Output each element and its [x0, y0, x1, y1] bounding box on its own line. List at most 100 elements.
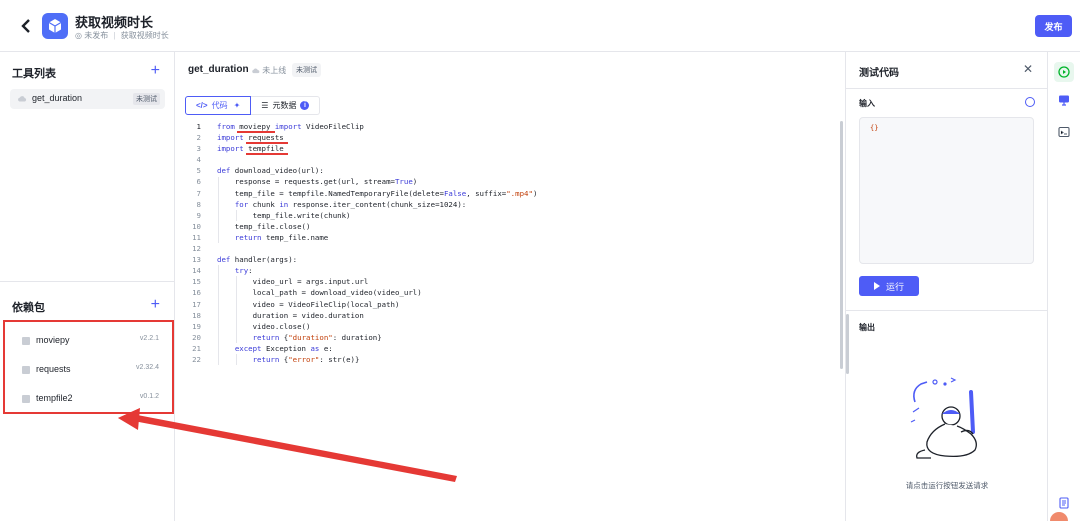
line-content: try:: [234, 266, 253, 276]
terminal-icon[interactable]: [1054, 122, 1074, 142]
line-number: 4: [196, 155, 201, 165]
line-content: return temp_file.name: [234, 232, 329, 242]
line-number: 18: [192, 310, 201, 320]
line-content: temp_file.close(): [217, 221, 311, 231]
dependency-item-tempfile2[interactable]: tempfile2 v0.1.2: [5, 389, 176, 409]
file-status-text: 未上线: [262, 66, 287, 75]
cloud-icon: [252, 68, 260, 74]
test-panel-scrollbar[interactable]: [846, 314, 849, 374]
test-run-icon[interactable]: [1054, 62, 1074, 82]
line-number: 21: [192, 343, 201, 353]
code-line[interactable]: 18 duration = video.duration: [175, 310, 845, 321]
code-line[interactable]: 6 response = requests.get(url, stream=Tr…: [175, 176, 845, 187]
code-line[interactable]: 7 temp_file = tempfile.NamedTemporaryFil…: [175, 188, 845, 199]
annotation-underline: [246, 153, 288, 156]
document-icon[interactable]: [1054, 493, 1074, 513]
package-icon: [22, 395, 30, 403]
line-number: 5: [196, 166, 201, 176]
indent-guide: [235, 276, 237, 343]
dependency-item-requests[interactable]: requests v2.32.4: [5, 360, 176, 380]
right-toolbar: [1047, 52, 1080, 521]
dependency-version: v0.1.2: [139, 393, 159, 400]
line-number: 8: [196, 199, 201, 209]
file-status: 未上线: [251, 65, 286, 76]
code-line[interactable]: 5 def download_video(url):: [175, 165, 845, 176]
code-line[interactable]: 19 video.close(): [175, 321, 845, 332]
annotation-underline: [246, 142, 288, 145]
indent-guide: [218, 176, 219, 244]
info-icon: i: [300, 101, 310, 110]
dependency-item-moviepy[interactable]: moviepy v2.2.1: [5, 331, 176, 351]
code-editor[interactable]: 1 from moviepy import VideoFileClip 2 impor…: [175, 121, 845, 366]
tab-code[interactable]: </> 代码 ✦: [185, 96, 252, 115]
line-number: 13: [192, 255, 201, 265]
line-content: def handler(args):: [217, 255, 298, 265]
line-content: duration = video.duration: [217, 310, 364, 320]
code-line[interactable]: 8 for chunk in response.iter_content(chu…: [175, 199, 845, 210]
input-label: 输入: [859, 99, 875, 108]
sliders-icon: ☰: [261, 101, 269, 110]
code-line[interactable]: 12: [175, 243, 845, 254]
line-number: 14: [192, 266, 201, 276]
tab-metadata-label: 元数据: [272, 101, 297, 110]
cloud-icon: [18, 96, 27, 102]
line-content: except Exception as e:: [234, 343, 333, 353]
run-label: 运行: [885, 281, 904, 292]
code-line[interactable]: 16 local_path = download_video(video_url…: [175, 287, 845, 298]
output-divider: [846, 310, 1048, 311]
file-name: get_duration: [188, 64, 249, 75]
line-number: 6: [196, 177, 201, 187]
line-content: return {"duration": duration}: [252, 332, 382, 342]
code-line[interactable]: 22 return {"error": str(e)}: [175, 354, 845, 365]
monitor-icon[interactable]: [1054, 90, 1074, 110]
empty-state-illustration: [910, 377, 977, 459]
input-json-editor[interactable]: {}: [859, 117, 1034, 264]
code-line[interactable]: 15 video_url = args.input.url: [175, 276, 845, 287]
line-content: response = requests.get(url, stream=True…: [217, 177, 418, 187]
package-icon: [22, 337, 30, 345]
tool-item-name: get_duration: [32, 93, 83, 103]
header-subtitle: ◎ 未发布 | 获取视频时长: [75, 30, 169, 41]
tab-metadata[interactable]: ☰ 元数据 i: [251, 96, 321, 115]
code-line[interactable]: 4: [175, 154, 845, 165]
line-number: 2: [196, 133, 201, 143]
code-line[interactable]: 17 video = VideoFileClip(local_path): [175, 299, 845, 310]
line-number: 3: [196, 144, 201, 154]
output-label: 输出: [859, 323, 875, 332]
test-divider: [846, 88, 1048, 89]
breadcrumb: 获取视频时长: [120, 31, 169, 40]
publish-status: ◎ 未发布: [75, 31, 109, 40]
run-button[interactable]: 运行: [859, 276, 919, 296]
left-panel: 工具列表 + get_duration 未测试 依赖包 + moviepy v2…: [0, 52, 175, 521]
code-line[interactable]: 11 return temp_file.name: [175, 232, 845, 243]
top-header: 获取视频时长 ◎ 未发布 | 获取视频时长 发布: [0, 0, 1080, 52]
editor-scrollbar[interactable]: [840, 121, 843, 369]
code-line[interactable]: 9 temp_file.write(chunk): [175, 210, 845, 221]
add-tool-icon[interactable]: +: [151, 63, 160, 79]
indent-guide: [235, 209, 237, 221]
code-line[interactable]: 20 return {"duration": duration}: [175, 332, 845, 343]
code-line[interactable]: 21 except Exception as e:: [175, 343, 845, 354]
plugin-logo-icon: [42, 13, 68, 39]
code-line[interactable]: 14 try:: [175, 265, 845, 276]
code-line[interactable]: 10 temp_file.close(): [175, 221, 845, 232]
close-icon[interactable]: ✕: [1023, 62, 1033, 76]
empty-hint: 请点击运行按钮发送请求: [905, 481, 989, 490]
editor-tabs: </> 代码 ✦ ☰ 元数据 i: [185, 96, 321, 115]
line-number: 9: [196, 210, 201, 220]
play-icon: [873, 282, 880, 290]
format-icon[interactable]: [1025, 97, 1035, 107]
package-icon: [22, 366, 30, 374]
line-number: 1: [196, 122, 201, 131]
add-dependency-icon[interactable]: +: [151, 297, 160, 313]
back-icon[interactable]: [16, 16, 36, 36]
line-number: 17: [192, 299, 201, 309]
code-line[interactable]: 13 def handler(args):: [175, 254, 845, 265]
tool-item-get-duration[interactable]: get_duration 未测试: [10, 89, 165, 109]
code-line[interactable]: 1 from moviepy import VideoFileClip: [175, 121, 845, 132]
line-content: temp_file.write(chunk): [217, 210, 351, 220]
file-badge: 未测试: [292, 63, 321, 77]
annotation-underline: [237, 131, 275, 133]
publish-button[interactable]: 发布: [1035, 15, 1072, 37]
line-number: 15: [192, 277, 201, 287]
